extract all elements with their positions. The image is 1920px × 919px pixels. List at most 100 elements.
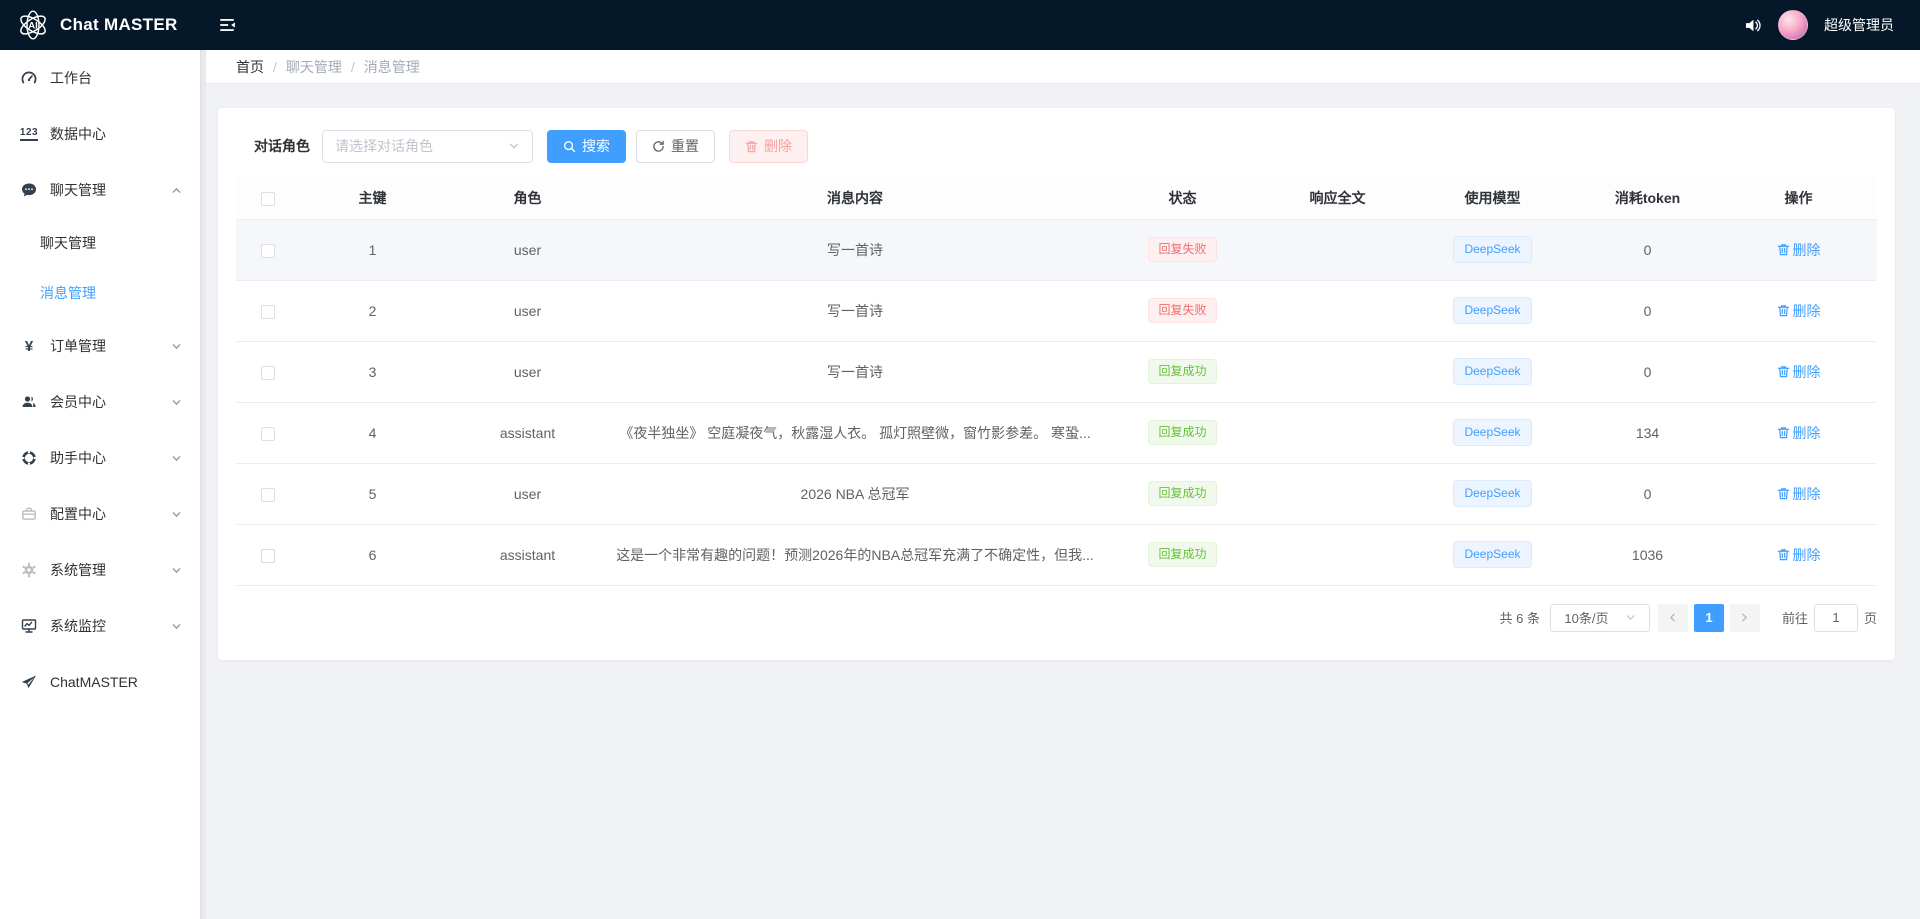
sidebar-subitem-chat-management[interactable]: 聊天管理 [0,218,200,268]
sidebar-item-label: 数据中心 [50,126,106,142]
header-content: 消息内容 [610,178,1100,220]
row-checkbox[interactable] [261,426,275,441]
next-page-button[interactable] [1729,603,1760,632]
cell-content: 2026 NBA 总冠军 [610,463,1100,525]
row-checkbox[interactable] [261,548,275,563]
status-badge: 回复失败 [1148,237,1217,262]
chat-bubble-icon [20,182,38,198]
table-row: 5 user 2026 NBA 总冠军 回复成功 DeepSeek 0 删除 [236,463,1877,525]
cell-response [1265,219,1410,281]
trash-icon [1777,426,1790,439]
status-badge: 回复成功 [1148,542,1217,567]
app-logo-icon: AI [16,8,50,42]
trash-icon [1777,304,1790,317]
cell-response [1265,280,1410,342]
row-delete-button[interactable]: 删除 [1777,423,1821,443]
message-management-card: 对话角色 请选择对话角色 搜索 重置 删除 主键 角色 消息内容 状态 响应全文… [218,108,1895,660]
breadcrumb-separator: / [273,58,277,75]
user-avatar[interactable] [1778,10,1808,40]
row-delete-button[interactable]: 删除 [1777,301,1821,321]
row-checkbox[interactable] [261,243,275,258]
model-tag: DeepSeek [1453,236,1532,263]
reset-button[interactable]: 重置 [636,129,715,163]
sidebar-item-order-management[interactable]: ¥ 订单管理 [0,318,200,374]
row-checkbox[interactable] [261,487,275,502]
sidebar-item-system-management[interactable]: 系统管理 [0,542,200,598]
row-delete-button[interactable]: 删除 [1777,362,1821,382]
header-tokens: 消耗token [1575,178,1720,220]
topbar-right: 超级管理员 [1743,10,1920,40]
row-checkbox[interactable] [261,365,275,380]
refresh-icon [652,140,665,153]
logo-area[interactable]: AI Chat MASTER [0,8,200,42]
cell-response [1265,524,1410,586]
cell-content: 《夜半独坐》 空庭凝夜气，秋露湿人衣。 孤灯照壁微，窗竹影参差。 寒蛩... [610,402,1100,464]
sidebar-item-chat-management[interactable]: 聊天管理 [0,162,200,218]
sidebar-item-label: 工作台 [50,70,92,86]
breadcrumb-separator: / [350,58,355,75]
chevron-down-icon [171,397,182,408]
current-page-button[interactable]: 1 [1693,603,1724,632]
cell-content: 写一首诗 [610,219,1100,281]
table-body: 1 user 写一首诗 回复失败 DeepSeek 0 删除 2 user 写一… [236,219,1877,586]
sidebar-content-divider [200,50,206,919]
breadcrumb-chat-management[interactable]: 聊天管理 [286,57,342,77]
sidebar-subitem-message-management[interactable]: 消息管理 [0,268,200,318]
row-delete-button[interactable]: 删除 [1777,240,1821,260]
sidebar-item-member-center[interactable]: 会员中心 [0,374,200,430]
life-ring-icon [20,450,38,466]
cell-role: assistant [445,402,610,464]
search-button[interactable]: 搜索 [547,129,626,163]
cell-key: 2 [300,280,445,342]
goto-page-group: 前往 页 [1782,603,1877,632]
cell-role: user [445,219,610,281]
breadcrumb-current: 消息管理 [363,58,420,75]
sidebar-item-label: ChatMASTER [50,674,138,690]
cell-tokens: 1036 [1575,524,1720,586]
goto-page-input[interactable] [1813,603,1858,632]
sidebar-item-label: 系统监控 [50,618,106,634]
row-checkbox[interactable] [261,304,275,319]
row-delete-button[interactable]: 删除 [1777,545,1821,565]
sidebar-item-config-center[interactable]: 配置中心 [0,486,200,542]
top-header: AI Chat MASTER 超级管理员 [0,0,1920,50]
cell-key: 3 [300,341,445,403]
cell-key: 1 [300,219,445,281]
trash-icon [1777,487,1790,500]
volume-icon[interactable] [1743,16,1762,35]
cell-response [1265,402,1410,464]
sidebar-item-label: 会员中心 [50,394,106,410]
sidebar-item-data-center[interactable]: 123 数据中心 [0,106,200,162]
gear-icon [20,562,38,578]
row-delete-button[interactable]: 删除 [1777,484,1821,504]
trash-icon [745,140,758,153]
prev-page-button[interactable] [1657,603,1688,632]
table-row: 3 user 写一首诗 回复成功 DeepSeek 0 删除 [236,341,1877,403]
cell-content: 写一首诗 [610,280,1100,342]
table-header-row: 主键 角色 消息内容 状态 响应全文 使用模型 消耗token 操作 [236,178,1877,220]
select-all-checkbox[interactable] [261,192,275,207]
sidebar-item-workbench[interactable]: 工作台 [0,50,200,106]
breadcrumb-home[interactable]: 首页 [236,57,264,77]
page-size-value: 10条/页 [1564,611,1609,626]
menu-fold-icon[interactable] [218,16,236,34]
header-status: 状态 [1100,178,1265,220]
table-row: 2 user 写一首诗 回复失败 DeepSeek 0 删除 [236,280,1877,342]
sidebar-item-chatmaster[interactable]: ChatMASTER [0,654,200,710]
header-key: 主键 [300,178,445,220]
status-badge: 回复失败 [1148,298,1217,323]
sidebar-item-assistant-center[interactable]: 助手中心 [0,430,200,486]
page-size-select[interactable]: 10条/页 [1549,603,1650,632]
role-select[interactable]: 请选择对话角色 [322,129,533,163]
model-tag: DeepSeek [1453,297,1532,324]
delete-button[interactable]: 删除 [729,129,808,163]
gauge-icon [20,70,38,86]
role-select-placeholder: 请选择对话角色 [335,138,433,154]
cell-key: 4 [300,402,445,464]
monitor-icon [20,618,38,634]
sidebar-item-label: 助手中心 [50,450,106,466]
username-label[interactable]: 超级管理员 [1824,15,1894,35]
sidebar-item-system-monitor[interactable]: 系统监控 [0,598,200,654]
svg-text:AI: AI [28,21,38,32]
cell-content: 写一首诗 [610,341,1100,403]
